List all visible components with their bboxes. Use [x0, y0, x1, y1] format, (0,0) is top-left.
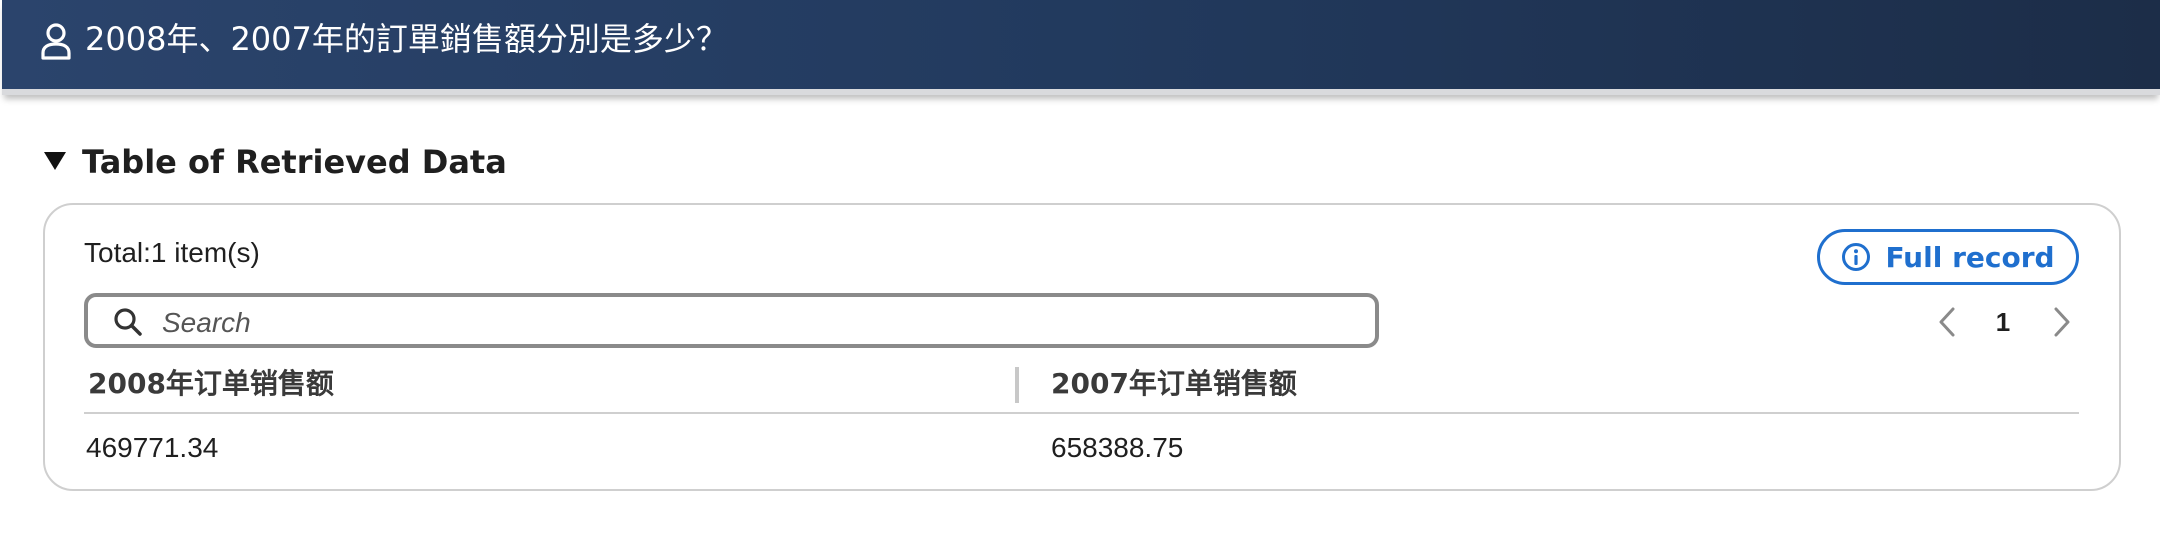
- full-record-label: Full record: [1885, 240, 2055, 274]
- full-record-button[interactable]: Full record: [1817, 229, 2079, 285]
- table-cell: 658388.75: [1051, 432, 1184, 463]
- total-count: Total:1 item(s): [84, 237, 260, 268]
- column-divider[interactable]: [1015, 367, 1019, 403]
- search-icon: [114, 308, 142, 336]
- table-cell: 469771.34: [86, 432, 219, 463]
- column-header-2008-sales[interactable]: 2008年订单销售额: [88, 366, 334, 402]
- search-box[interactable]: [84, 293, 1379, 348]
- chevron-right-icon[interactable]: [2051, 306, 2073, 338]
- caret-down-icon[interactable]: [43, 150, 67, 172]
- question-header: 2008年、2007年的訂單銷售額分別是多少？: [2, 0, 2160, 95]
- chevron-left-icon[interactable]: [1936, 306, 1958, 338]
- column-header-2007-sales[interactable]: 2007年订单销售额: [1051, 366, 1297, 402]
- user-icon: [41, 23, 71, 60]
- current-page[interactable]: 1: [1988, 304, 2018, 340]
- search-input[interactable]: [160, 301, 1364, 345]
- info-icon: [1842, 243, 1871, 271]
- section-title[interactable]: Table of Retrieved Data: [82, 143, 507, 181]
- header-divider: [84, 412, 2079, 414]
- question-text: 2008年、2007年的訂單銷售額分別是多少？: [85, 20, 728, 58]
